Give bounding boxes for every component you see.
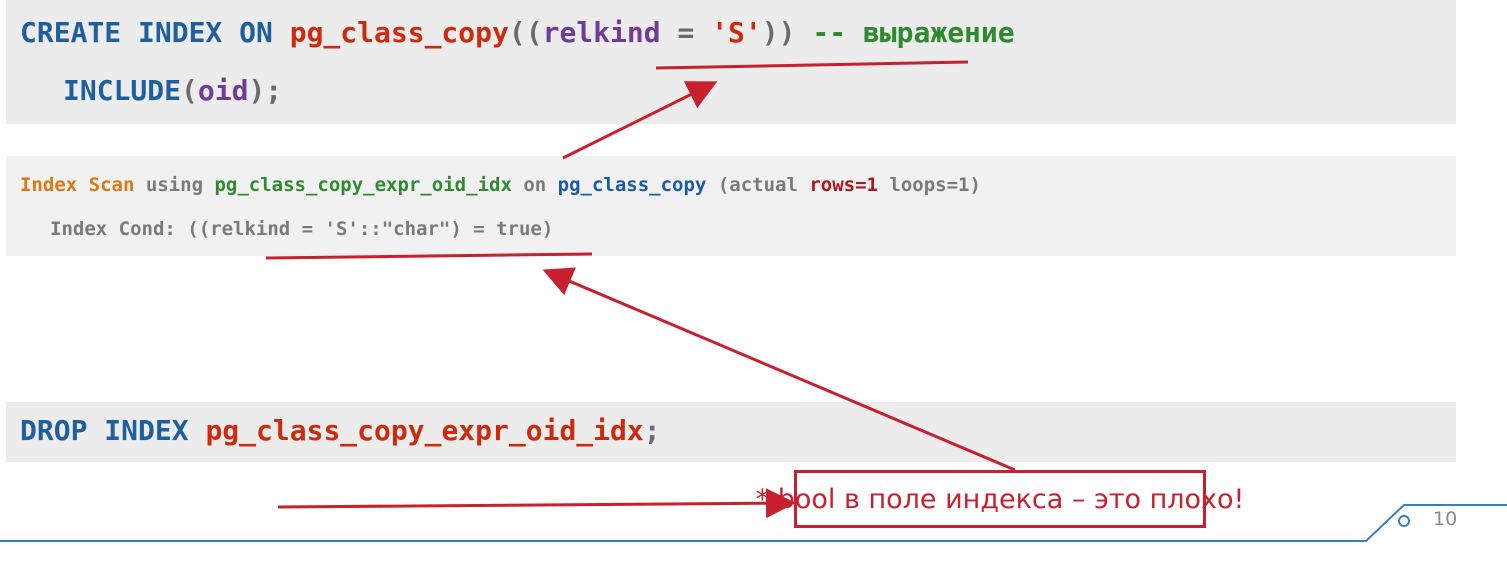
note-text: * bool в поле индекса – это плохо! [755,483,1245,515]
footer-line [0,504,1507,542]
annotation-overlay [0,60,1507,542]
page-number: 10 [1433,508,1458,530]
arrow-to-index-cond [542,267,1016,472]
arrow-to-note [277,488,796,519]
note-box: * bool в поле индекса – это плохо! [756,470,1244,528]
underline-expression [655,60,969,70]
footer-dot [1398,515,1410,527]
underline-index-cond [265,252,593,260]
arrow-to-expression [562,81,718,160]
